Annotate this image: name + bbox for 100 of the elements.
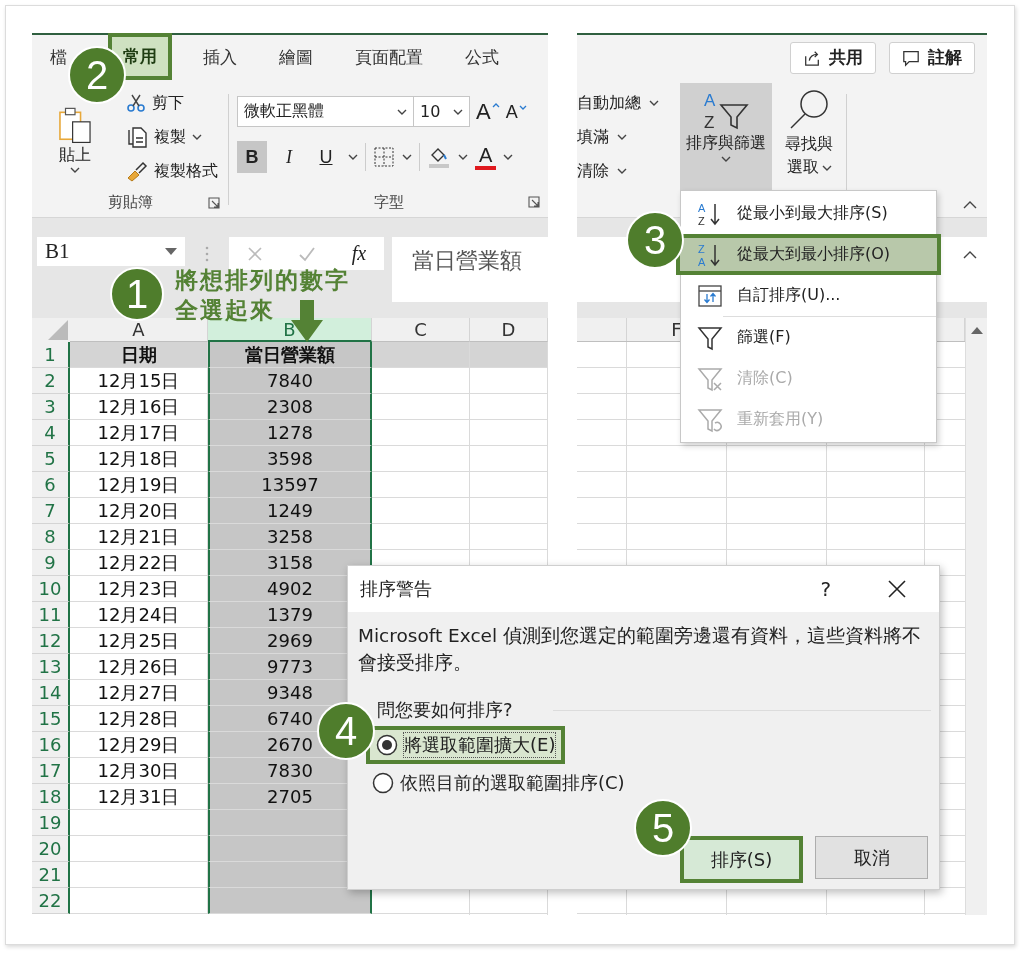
copy-button[interactable]: 複製 — [126, 120, 218, 154]
collapse-ribbon-icon[interactable] — [963, 201, 977, 209]
table-cell: 13597 — [208, 472, 372, 498]
ribbon-menu-button[interactable]: 填滿 — [577, 120, 677, 154]
insert-function-button[interactable]: fx — [351, 242, 367, 265]
row-header[interactable]: 15 — [32, 706, 70, 732]
chevron-down-icon — [397, 108, 407, 115]
comments-button[interactable]: 註解 — [889, 41, 975, 74]
vertical-scrollbar[interactable] — [965, 318, 987, 915]
row-header[interactable]: 6 — [32, 472, 70, 498]
ribbon-tab[interactable]: 公式 — [465, 46, 499, 69]
annotation-text: 將想排列的數字 — [175, 266, 350, 295]
row-header[interactable]: 1 — [32, 342, 70, 368]
chevron-down-icon — [721, 156, 731, 162]
table-cell: 1249 — [208, 498, 372, 524]
font-name-field[interactable]: 微軟正黑體 — [237, 96, 414, 127]
row-header[interactable]: 19 — [32, 810, 70, 836]
chevron-down-icon — [348, 154, 358, 160]
row-header[interactable]: 5 — [32, 446, 70, 472]
corner-triangle-icon — [48, 320, 68, 340]
shrink-font-button[interactable]: A — [505, 102, 527, 121]
chevron-down-icon — [192, 134, 202, 140]
sort-filter-button[interactable]: A Z 排序與篩選 — [680, 83, 772, 190]
row-header[interactable]: 8 — [32, 524, 70, 550]
comment-icon — [902, 48, 920, 67]
grow-font-button[interactable]: A — [476, 100, 500, 123]
radio-icon[interactable] — [372, 772, 394, 794]
row-header[interactable]: 4 — [32, 420, 70, 446]
row-header[interactable]: 22 — [32, 888, 70, 914]
row-header[interactable]: 12 — [32, 628, 70, 654]
copy-icon — [126, 126, 148, 148]
ribbon-tab[interactable]: 繪圖 — [279, 46, 313, 69]
borders-icon[interactable] — [373, 146, 395, 168]
chevron-down-icon — [70, 167, 80, 173]
clear-filter-icon — [697, 365, 723, 392]
group-label: 剪貼簿 — [107, 193, 153, 212]
formula-field[interactable]: 當日營業額 — [392, 237, 548, 302]
ribbon-tab[interactable]: 插入 — [203, 46, 237, 69]
ribbon-tab[interactable]: 檔 — [50, 46, 67, 69]
row-header[interactable]: 14 — [32, 680, 70, 706]
group-label: 字型 — [373, 192, 404, 212]
dialog-button[interactable]: 取消 — [815, 836, 928, 879]
ribbon-menu-button[interactable]: 自動加總 — [577, 86, 677, 120]
font-color-button[interactable]: A — [475, 144, 497, 170]
dialog-button[interactable]: 排序(S) — [680, 836, 803, 883]
row-header[interactable]: 7 — [32, 498, 70, 524]
row-header[interactable]: 16 — [32, 732, 70, 758]
chevron-down-icon — [649, 100, 659, 106]
close-icon[interactable] — [887, 579, 907, 599]
row-header[interactable]: 2 — [32, 368, 70, 394]
help-button[interactable]: ? — [820, 577, 831, 601]
row-header[interactable]: 11 — [32, 602, 70, 628]
row-header[interactable]: 9 — [32, 550, 70, 576]
collapse-caret-icon[interactable] — [963, 251, 977, 259]
caret-up-icon — [491, 102, 500, 108]
cut-button[interactable]: 剪下 — [126, 86, 218, 120]
menu-item[interactable]: Z A 從最大到最小排序(O) — [676, 234, 941, 275]
chevron-down-icon — [617, 134, 627, 140]
row-header[interactable]: 18 — [32, 784, 70, 810]
drag-handle-icon[interactable] — [205, 246, 209, 262]
row-header[interactable]: 13 — [32, 654, 70, 680]
row-header[interactable]: 20 — [32, 836, 70, 862]
scroll-up-icon[interactable] — [970, 326, 983, 334]
table-cell: 1278 — [208, 420, 372, 446]
column-header[interactable]: D — [470, 318, 548, 342]
share-button[interactable]: 共用 — [790, 41, 876, 74]
ribbon-tab[interactable]: 頁面配置 — [355, 46, 423, 69]
radio-option[interactable]: 將選取範圍擴大(E) — [366, 726, 566, 764]
row-header[interactable]: 10 — [32, 576, 70, 602]
menu-item[interactable]: 自訂排序(U)... — [681, 275, 936, 316]
chevron-down-icon — [453, 108, 463, 115]
table-cell: 3598 — [208, 446, 372, 472]
table-cell: 3258 — [208, 524, 372, 550]
dialog-question: 問您要如何排序? — [376, 698, 513, 722]
table-cell: 3158 — [208, 550, 372, 576]
bold-button[interactable]: B — [237, 141, 267, 173]
radio-selected-icon[interactable] — [376, 734, 398, 756]
row-header[interactable]: 3 — [32, 394, 70, 420]
check-icon[interactable] — [298, 245, 317, 262]
ribbon-menu-button[interactable]: 清除 — [577, 154, 677, 188]
underline-button[interactable]: U — [311, 141, 341, 173]
italic-button[interactable]: I — [274, 141, 304, 173]
font-size-field[interactable]: 10 — [413, 96, 470, 127]
chevron-down-icon — [402, 154, 412, 160]
format-painter-button[interactable]: 複製格式 — [126, 154, 218, 188]
caret-down-icon — [518, 104, 527, 110]
menu-item[interactable]: A Z 從最小到最大排序(S) — [681, 193, 936, 234]
dialog-launcher-icon[interactable] — [208, 197, 220, 209]
name-box[interactable]: B1 — [37, 237, 185, 266]
paste-button[interactable]: 貼上 — [46, 106, 104, 173]
reapply-filter-icon — [697, 406, 723, 433]
custom-sort-icon — [697, 282, 723, 309]
row-header[interactable]: 17 — [32, 758, 70, 784]
paintbrush-icon — [126, 160, 148, 182]
dialog-launcher-icon[interactable] — [528, 196, 540, 208]
column-header[interactable]: C — [372, 318, 470, 342]
chevron-down-icon — [458, 154, 468, 160]
row-header[interactable]: 21 — [32, 862, 70, 888]
chevron-down-icon — [503, 154, 514, 160]
table-cell: 日期 — [70, 342, 208, 368]
